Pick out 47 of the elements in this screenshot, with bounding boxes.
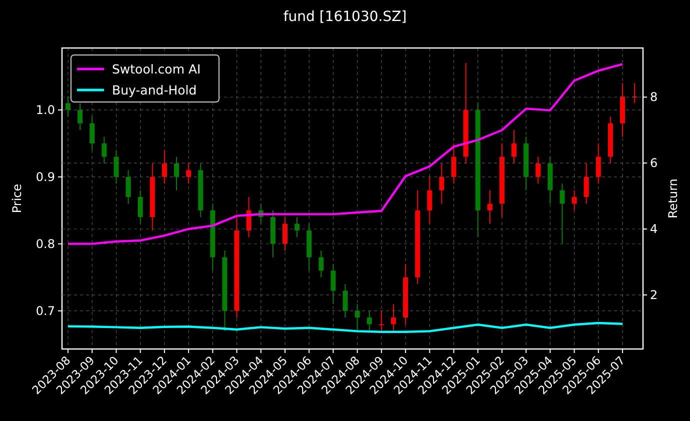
tick-label: 1.0 [36, 102, 55, 117]
axis-label: Return [666, 178, 680, 218]
tick-mark [58, 243, 62, 244]
legend-label: Buy-and-Hold [112, 82, 197, 98]
axis-label: Price [10, 184, 24, 214]
tick-mark [116, 348, 117, 354]
tick-mark [236, 348, 238, 354]
tick-mark [332, 348, 334, 354]
tick-mark [140, 348, 141, 354]
tick-mark [622, 348, 623, 354]
tick-mark [453, 348, 454, 354]
tick-mark [68, 348, 69, 354]
tick-mark [308, 348, 310, 354]
tick-mark [380, 348, 382, 354]
tick-mark [526, 348, 527, 354]
tick-label: 0.7 [36, 304, 55, 318]
tick-mark [429, 348, 430, 354]
tick-mark [58, 109, 62, 110]
tick-mark [92, 348, 93, 354]
tick-label: 2 [650, 288, 658, 302]
tick-mark [405, 348, 406, 354]
tick-mark [212, 348, 214, 354]
tick-mark [58, 310, 62, 312]
tick-mark [501, 348, 502, 354]
tick-mark [574, 348, 575, 354]
tick-mark [477, 348, 478, 354]
tick-label: 8 [650, 90, 658, 104]
tick-mark [642, 162, 648, 164]
tick-mark [642, 96, 648, 98]
tick-label: 6 [650, 156, 658, 170]
tick-mark [642, 228, 648, 230]
tick-label: 4 [650, 222, 658, 236]
legend-swatch [77, 68, 104, 70]
tick-mark [598, 348, 599, 354]
tick-mark [284, 348, 286, 354]
tick-label: 0.8 [36, 236, 55, 251]
tick-mark [260, 348, 262, 354]
tick-mark [164, 348, 165, 354]
chart-title: fund [161030.SZ] [283, 9, 407, 25]
tick-mark [188, 348, 190, 354]
tick-mark [550, 348, 551, 354]
legend-swatch [77, 88, 104, 92]
tick-mark [58, 176, 62, 178]
legend-label: Swtool.com AI [112, 62, 201, 76]
tick-label: 0.9 [36, 170, 55, 184]
tick-mark [642, 294, 648, 296]
tick-mark [356, 348, 358, 354]
